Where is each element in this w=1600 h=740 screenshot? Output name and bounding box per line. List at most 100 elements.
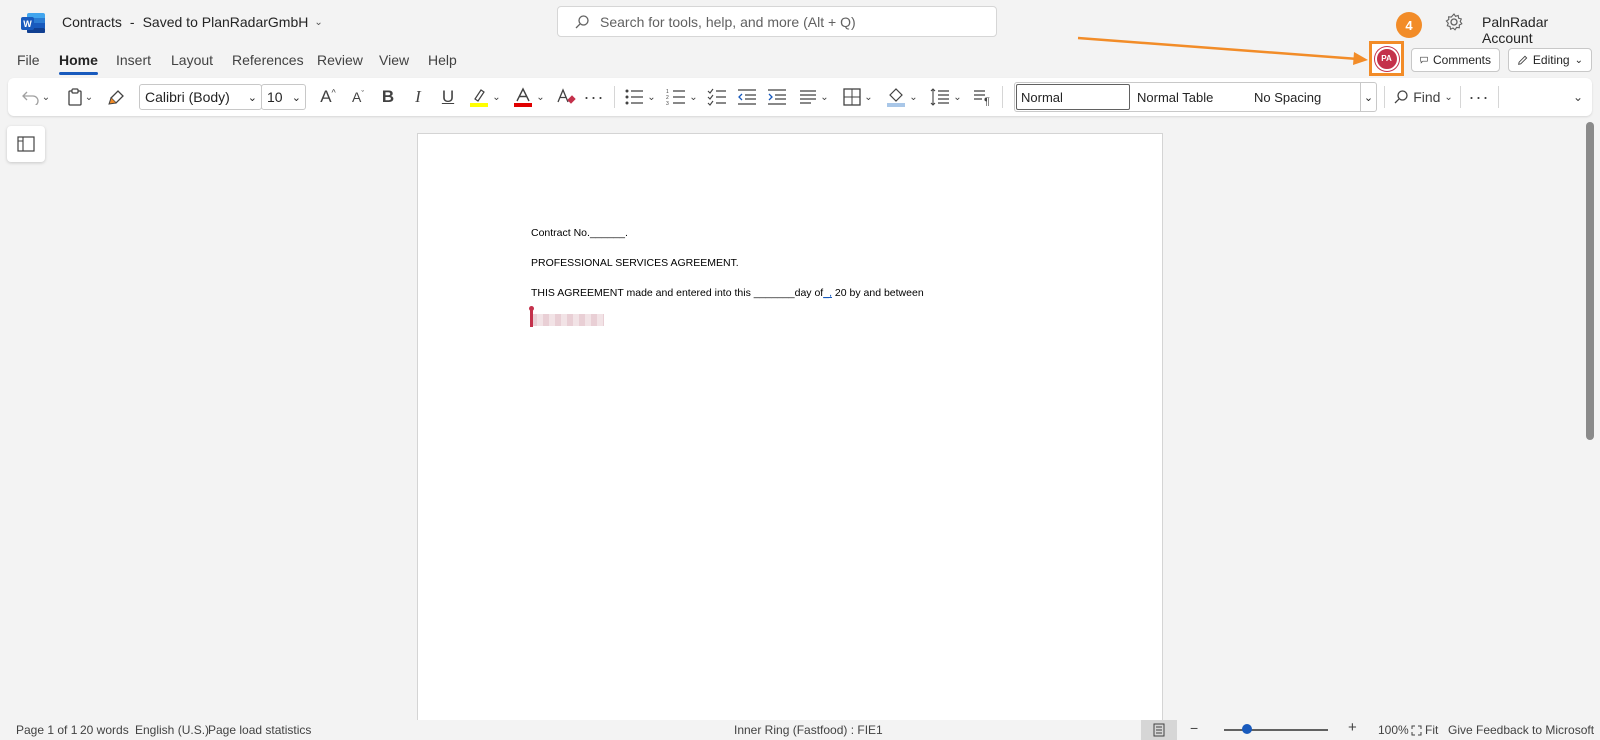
document-name: Contracts [62,14,122,30]
format-painter-icon [108,90,124,105]
search-input[interactable] [600,13,960,30]
grow-font-button[interactable]: A^ [317,85,339,109]
avatar-highlight[interactable]: PA [1369,41,1404,76]
decrease-indent-icon [738,89,756,105]
tab-insert[interactable]: Insert [116,52,151,68]
page-load-statistics[interactable]: Page load statistics [208,723,311,737]
increase-indent-button[interactable] [766,85,788,109]
bold-button[interactable]: B [377,85,399,109]
word-count[interactable]: 20 words [80,723,129,737]
zoom-out-button[interactable]: − [1190,720,1198,736]
shading-button[interactable]: ⌄ [884,85,920,109]
tab-view[interactable]: View [379,52,409,68]
tab-references[interactable]: References [232,52,304,68]
tab-review[interactable]: Review [317,52,363,68]
highlighter-icon [470,89,489,107]
zoom-slider-thumb[interactable] [1242,724,1252,734]
underline-icon: U [441,87,455,106]
bold-icon: B [381,87,395,106]
comment-icon [1420,56,1428,64]
redacted-text [531,314,604,326]
document-text: THIS AGREEMENT made and entered into thi… [531,287,824,299]
italic-button[interactable]: I [407,85,429,109]
font-name-select[interactable]: Calibri (Body) ⌄ [139,84,262,110]
font-size-value: 10 [267,89,283,105]
line-spacing-button[interactable]: ⌄ [928,85,964,109]
page-count[interactable]: Page 1 of 1 [16,723,77,737]
navigation-pane-button[interactable] [7,126,45,162]
tab-home[interactable]: Home [59,52,98,75]
chevron-down-icon: ⌄ [84,91,94,103]
font-color-icon [514,87,533,107]
undo-button[interactable]: ⌄ [20,85,52,109]
font-name-value: Calibri (Body) [145,89,230,105]
account-name[interactable]: PalnRadar Account [1482,14,1600,46]
checklist-button[interactable] [706,85,728,109]
more-options-button[interactable]: ··· [1468,85,1490,109]
decrease-indent-button[interactable] [736,85,758,109]
spelling-flag[interactable]: _, [823,287,832,299]
clear-formatting-button[interactable] [555,85,577,109]
numbering-button[interactable]: 123 ⌄ [664,85,700,109]
zoom-slider[interactable] [1224,729,1328,731]
pencil-icon [1518,55,1528,65]
shrink-font-button[interactable]: Aˇ [347,85,369,109]
tab-file[interactable]: File [17,52,40,68]
find-button[interactable]: Find ⌄ [1391,85,1455,109]
align-button[interactable]: ⌄ [796,85,832,109]
find-label: Find [1413,89,1441,105]
chevron-down-icon: ⌄ [291,91,301,104]
chevron-down-icon: ⌄ [864,91,873,103]
underline-button[interactable]: U [437,85,459,109]
document-text: 20 by and between [832,287,924,299]
chevron-down-icon: ⌄ [41,91,51,103]
tab-help[interactable]: Help [428,52,457,68]
vertical-scrollbar[interactable] [1586,122,1594,440]
checklist-icon [707,88,726,106]
ring-info: Inner Ring (Fastfood) : FIE1 [734,723,883,737]
paste-button[interactable]: ⌄ [63,85,97,109]
document-page[interactable]: Contract No.______. PROFESSIONAL SERVICE… [417,133,1163,723]
document-title[interactable]: Contracts - Saved to PlanRadarGmbH ⌄ [62,14,323,30]
styles-expand-button[interactable]: ⌄ [1360,83,1376,111]
document-line[interactable]: PROFESSIONAL SERVICES AGREEMENT. [531,257,739,269]
increase-indent-icon [768,89,786,105]
gear-icon[interactable] [1444,12,1464,32]
numbered-list-icon: 123 [666,89,686,106]
navigation-pane-icon [17,136,35,152]
zoom-level[interactable]: 100% [1378,723,1409,737]
format-painter-button[interactable] [106,85,128,109]
search-box[interactable] [557,6,997,37]
language[interactable]: English (U.S.) [135,723,209,737]
font-size-select[interactable]: 10 ⌄ [261,84,306,110]
chevron-down-icon: ⌄ [1572,90,1584,104]
bullets-button[interactable]: ⌄ [622,85,658,109]
tab-layout[interactable]: Layout [171,52,213,68]
ribbon-expand-button[interactable]: ⌄ [1570,85,1586,109]
style-no-spacing[interactable]: No Spacing [1254,90,1321,105]
chevron-down-icon: ⌄ [820,91,829,103]
more-font-options-button[interactable]: ··· [583,85,605,109]
chevron-down-icon: ⌄ [689,91,698,103]
zoom-in-button[interactable]: + [1348,719,1357,736]
paragraph-marks-button[interactable]: ¶ [972,85,994,109]
comments-button[interactable]: Comments [1411,48,1500,72]
document-line[interactable]: THIS AGREEMENT made and entered into thi… [531,287,924,299]
status-bar: Page 1 of 1 20 words English (U.S.) Page… [0,719,1600,740]
chevron-down-icon: ⌄ [953,91,962,103]
style-normal[interactable]: Normal [1016,84,1130,110]
highlight-button[interactable]: ⌄ [467,85,503,109]
svg-text:W: W [23,19,32,29]
document-line[interactable]: Contract No.______. [531,227,628,239]
editing-button[interactable]: Editing ⌄ [1508,48,1592,72]
collaborator-cursor [529,306,534,327]
font-color-button[interactable]: ⌄ [511,85,547,109]
borders-button[interactable]: ⌄ [840,85,876,109]
feedback-link[interactable]: Give Feedback to Microsoft [1448,723,1594,737]
fit-button[interactable]: Fit [1411,723,1438,737]
style-normal-table[interactable]: Normal Table [1137,90,1213,105]
word-logo-icon[interactable]: W [20,12,46,34]
avatar[interactable]: PA [1374,46,1399,71]
print-layout-button[interactable] [1141,720,1177,740]
search-icon [1394,90,1408,104]
